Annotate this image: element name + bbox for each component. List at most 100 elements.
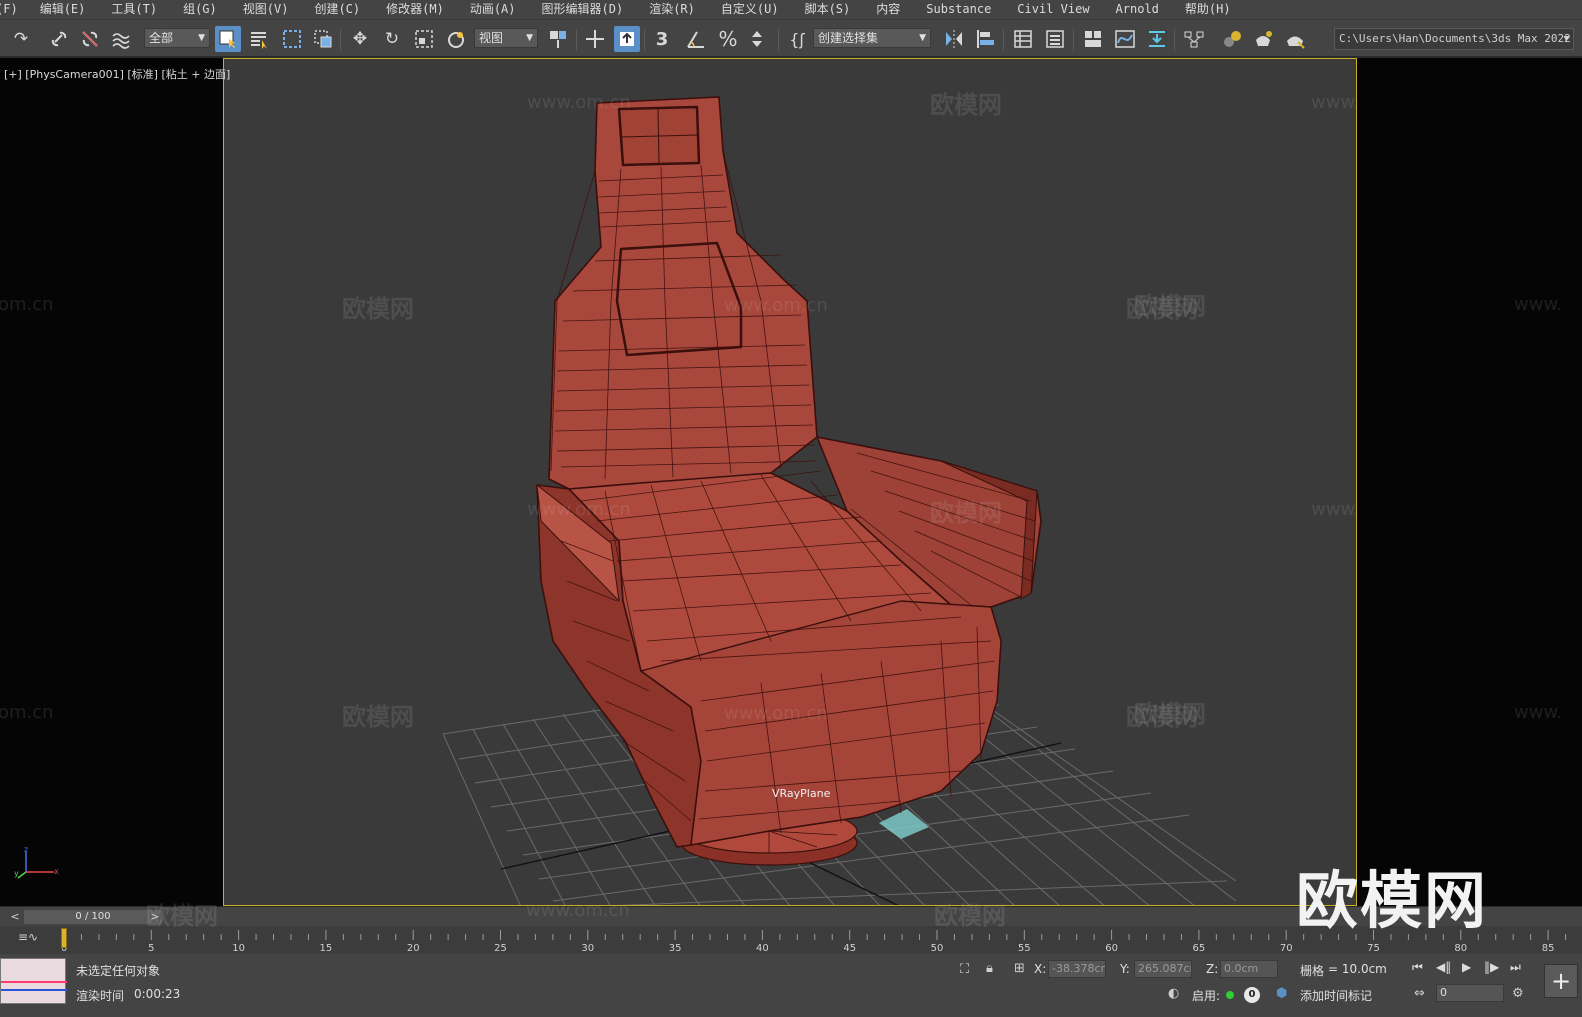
scene-explorer-icon[interactable] [1010, 26, 1036, 52]
goto-end-icon[interactable]: ⏭ [1510, 960, 1521, 975]
rotate-icon[interactable]: ↻ [379, 26, 405, 52]
spinner-snap-icon[interactable] [746, 26, 772, 52]
enable-count-badge[interactable]: 0 [1244, 987, 1260, 1003]
layer-explorer-icon[interactable] [1042, 26, 1068, 52]
mini-curve-editor-icon[interactable]: ≡∿ [18, 930, 38, 944]
pivot-icon[interactable] [545, 26, 571, 52]
lock-selection-icon[interactable]: 🔒︎ [986, 961, 993, 976]
schematic-view-icon[interactable] [1181, 26, 1207, 52]
menu-item-1[interactable]: 编辑(E) [40, 0, 86, 19]
enable-label: 启用: [1192, 989, 1221, 1003]
menu-item-5[interactable]: 创建(C) [314, 0, 360, 19]
menu-item-15[interactable]: Arnold [1116, 0, 1159, 19]
x-coord-field[interactable]: -38.378cm [1048, 960, 1106, 978]
watermark-url: www.om.cn [527, 92, 631, 113]
camera-viewport[interactable]: 欧模网 www.om.cn 欧模网 www.om.cn 欧模网 www.om.c… [223, 58, 1357, 906]
selection-filter-dropdown[interactable]: 全部 ▼ [144, 28, 210, 48]
ruler-tick-label: 75 [1367, 943, 1380, 954]
watermark-url: www. [1514, 294, 1563, 315]
ruler-tick-label: 40 [756, 943, 769, 954]
watermark-url: om.cn [0, 294, 54, 315]
menu-bar: (F) 编辑(E) 工具(T) 组(G) 视图(V) 创建(C) 修改器(M) 动画(A) 图形… [0, 0, 1582, 19]
toggle-ribbon-icon[interactable] [1080, 26, 1106, 52]
svg-text:y: y [14, 869, 19, 878]
ruler-tick-label: 50 [931, 943, 944, 954]
redo-icon[interactable]: ↷ [8, 26, 34, 52]
menu-item-10[interactable]: 自定义(U) [721, 0, 779, 19]
ruler-tick-label: 55 [1018, 943, 1031, 954]
absolute-mode-icon[interactable]: ⊞ [1014, 961, 1025, 976]
axis-gizmo: z x y [14, 846, 59, 879]
menu-item-0[interactable]: (F) [0, 0, 18, 19]
watermark: 欧模网 [934, 902, 1006, 930]
current-frame-marker[interactable] [61, 928, 67, 948]
reference-coord-dropdown[interactable]: 视图 ▼ [474, 28, 538, 48]
menu-item-16[interactable]: 帮助(H) [1185, 0, 1231, 19]
ruler-tick-label: 10 [232, 943, 245, 954]
angle-snap-icon[interactable] [683, 26, 709, 52]
render-setup-icon[interactable] [1250, 26, 1276, 52]
percent-snap-icon[interactable]: % [715, 26, 741, 52]
prev-frame-button[interactable]: < [8, 909, 22, 925]
current-frame-field[interactable]: 0 [1436, 984, 1504, 1002]
time-config-icon[interactable]: ⚙ [1512, 986, 1524, 1001]
menu-item-8[interactable]: 图形编辑器(D) [542, 0, 624, 19]
menu-item-7[interactable]: 动画(A) [470, 0, 516, 19]
right-viewport-area [1357, 58, 1582, 906]
key-mode-icon[interactable]: ⇔ [1414, 986, 1425, 1001]
viewport-label[interactable]: [+] [PhysCamera001] [标准] [粘土 + 边面] [4, 66, 230, 82]
dope-sheet-icon[interactable] [1144, 26, 1170, 52]
svg-text:x: x [54, 867, 59, 876]
menu-item-2[interactable]: 工具(T) [111, 0, 157, 19]
play-icon[interactable]: ▶ [1462, 960, 1471, 974]
window-crossing-icon[interactable] [310, 26, 336, 52]
ruler-tick-label: 20 [407, 943, 420, 954]
watermark-url: www.om.cn [527, 499, 631, 520]
menu-item-6[interactable]: 修改器(M) [386, 0, 444, 19]
snaps-3d-icon[interactable]: 3 [649, 26, 675, 52]
render-production-icon[interactable] [1282, 26, 1308, 52]
y-coord-field[interactable]: 265.087cm [1134, 960, 1192, 978]
prev-key-icon[interactable]: ◀‖ [1436, 960, 1451, 974]
select-object-icon[interactable] [215, 26, 241, 52]
render-time-value: 0:00:23 [134, 987, 181, 1001]
time-tag-icon[interactable]: ⬢ [1276, 986, 1287, 1001]
snaps-toggle-icon[interactable] [614, 26, 640, 52]
mirror-icon[interactable] [941, 26, 967, 52]
move-icon[interactable]: ✥ [347, 26, 373, 52]
menu-item-9[interactable]: 渲染(R) [649, 0, 695, 19]
menu-item-13[interactable]: Substance [926, 0, 991, 19]
edit-named-sets-icon[interactable]: {ʃ [784, 26, 810, 52]
bind-spacewarp-icon[interactable] [108, 26, 134, 52]
next-key-icon[interactable]: ‖▶ [1484, 960, 1499, 974]
ruler-tick-label: 70 [1280, 943, 1293, 954]
create-panel-button[interactable]: + [1544, 964, 1578, 998]
ruler-tick-label: 30 [581, 943, 594, 954]
z-coord-field[interactable]: 0.0cm [1220, 960, 1278, 978]
vray-plane-gizmo [879, 809, 929, 839]
menu-item-4[interactable]: 视图(V) [243, 0, 289, 19]
menu-item-12[interactable]: 内容 [876, 0, 900, 19]
keyboard-shortcut-icon[interactable] [582, 26, 608, 52]
rect-region-icon[interactable] [279, 26, 305, 52]
scale-icon[interactable] [411, 26, 437, 52]
goto-start-icon[interactable]: ⏮ [1412, 960, 1423, 975]
project-path-dropdown[interactable]: C:\Users\Han\Documents\3ds Max 2022 ▼ [1334, 28, 1574, 50]
menu-item-3[interactable]: 组(G) [183, 0, 217, 19]
menu-item-14[interactable]: Civil View [1017, 0, 1089, 19]
time-slider-thumb[interactable]: 0 / 100 [24, 910, 162, 924]
curve-editor-icon[interactable] [1112, 26, 1138, 52]
align-icon[interactable] [972, 26, 998, 52]
isolate-selection-icon[interactable]: ⛶ [960, 962, 969, 977]
material-editor-icon[interactable] [1219, 26, 1245, 52]
watermark: 欧模网 [342, 703, 414, 731]
maxscript-listener[interactable] [0, 958, 67, 1004]
unlink-icon[interactable] [77, 26, 103, 52]
adaptive-degradation-icon[interactable]: ◐ [1168, 986, 1179, 1001]
named-selection-set-dropdown[interactable]: 创建选择集 ▼ [813, 28, 931, 48]
select-by-name-icon[interactable] [246, 26, 272, 52]
menu-item-11[interactable]: 脚本(S) [805, 0, 851, 19]
link-icon[interactable] [46, 26, 72, 52]
place-icon[interactable] [443, 26, 469, 52]
add-time-tag-button[interactable]: 添加时间标记 [1300, 987, 1372, 1004]
